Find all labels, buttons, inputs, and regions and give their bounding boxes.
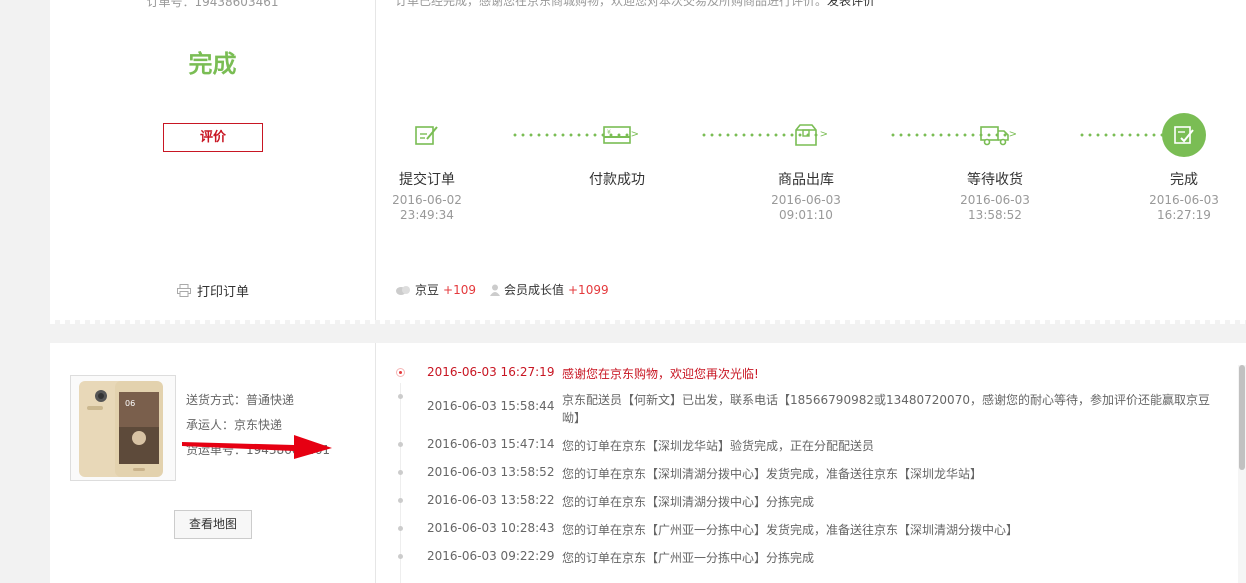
tracking-time: 2016-06-03 13:58:52 [427, 465, 555, 479]
tracking-scrollbar[interactable] [1238, 365, 1246, 583]
tracking-time: 2016-06-03 09:22:29 [427, 549, 555, 563]
order-status-title: 完成 [188, 50, 237, 78]
step-date: 2016-06-03 [771, 193, 841, 207]
tracking-item: 2016-06-03 15:47:14 您的订单在京东【深圳龙华站】验货完成，正… [395, 437, 1225, 465]
step-submit-order: 提交订单 2016-06-02 23:49:34 [377, 113, 477, 223]
timeline-dot [398, 394, 403, 399]
jingdou-value: +109 [443, 282, 476, 297]
growth-value: +1099 [568, 282, 609, 297]
tracking-item: 2016-06-03 09:22:29 您的订单在京东【广州亚一分拣中心】分拣完… [395, 549, 1225, 577]
column-divider [375, 343, 376, 583]
growth-label: 会员成长值 [503, 283, 564, 297]
dashed-separator [50, 320, 1246, 324]
svg-text:06: 06 [125, 399, 135, 408]
product-image[interactable]: 06 [70, 375, 176, 481]
step-date: 2016-06-03 [1149, 193, 1219, 207]
edit-order-icon [415, 126, 438, 145]
scrollbar-thumb[interactable] [1239, 365, 1245, 470]
rate-button[interactable]: 评价 [163, 123, 263, 152]
tracking-text: 您的订单在京东【深圳龙华站】验货完成，正在分配配送员 [562, 439, 875, 453]
tracking-text: 您的订单在京东【广州亚一分拣中心】分拣完成 [562, 551, 815, 565]
order-status-card: 订单号：19438603461 完成 评价 打印订单 订单已经完成，感谢您在京东… [50, 0, 1246, 324]
view-map-button[interactable]: 查看地图 [174, 510, 252, 539]
print-order-link[interactable]: 打印订单 [177, 281, 249, 300]
tracking-list: 2016-06-03 16:27:19 感谢您在京东购物，欢迎您再次光临! 20… [395, 365, 1225, 577]
step-name: 等待收货 [967, 172, 1023, 188]
red-arrow-annotation [182, 435, 332, 459]
jingdou-label: 京豆 [415, 283, 440, 297]
jingdou-icon [396, 285, 410, 295]
tracking-text: 京东配送员【何新文】已出发，联系电话【18566790982或134807200… [562, 393, 1210, 425]
step-warehouse-out: 商品出库 2016-06-03 09:01:10 [756, 113, 856, 223]
step-awaiting-delivery: 等待收货 2016-06-03 13:58:52 [945, 113, 1045, 223]
payment-card-icon: ¥ [603, 126, 631, 144]
tracking-text: 感谢您在京东购物，欢迎您再次光临! [562, 367, 759, 381]
timeline-dot [398, 470, 403, 475]
user-icon [489, 284, 500, 296]
tracking-time: 2016-06-03 13:58:22 [427, 493, 555, 507]
timeline-dot [398, 526, 403, 531]
svg-text:¥: ¥ [607, 129, 611, 136]
step-name: 提交订单 [399, 172, 455, 188]
step-payment: ¥ 付款成功 [567, 113, 667, 193]
tracking-item: 2016-06-03 16:27:19 感谢您在京东购物，欢迎您再次光临! [395, 365, 1225, 389]
step-date: 2016-06-03 [960, 193, 1030, 207]
tracking-time: 2016-06-03 15:58:44 [427, 399, 555, 413]
tracking-time: 2016-06-03 15:47:14 [427, 437, 555, 451]
tracking-text: 您的订单在京东【广州亚一分拣中心】发货完成，准备送往京东【深圳清湖分拨中心】 [562, 523, 1019, 537]
tracking-text: 您的订单在京东【深圳清湖分拨中心】分拣完成 [562, 495, 815, 509]
tracking-text: 您的订单在京东【深圳清湖分拨中心】发货完成，准备送往京东【深圳龙华站】 [562, 467, 983, 481]
timeline-dot [398, 442, 403, 447]
shipping-method: 送货方式：普通快递 [186, 393, 295, 407]
post-review-link[interactable]: 发表评价 [827, 0, 875, 8]
tracking-item: 2016-06-03 13:58:52 您的订单在京东【深圳清湖分拨中心】发货完… [395, 465, 1225, 493]
truck-icon [980, 126, 1009, 146]
timeline-dot [398, 554, 403, 559]
tracking-item: 2016-06-03 15:58:44 京东配送员【何新文】已出发，联系电话【1… [395, 389, 1225, 437]
step-time: 16:27:19 [1157, 208, 1211, 222]
tracking-item: 2016-06-03 13:58:22 您的订单在京东【深圳清湖分拨中心】分拣完… [395, 493, 1225, 521]
step-time: 23:49:34 [400, 208, 454, 222]
printer-icon [177, 284, 191, 297]
package-icon [795, 124, 817, 146]
step-time: 13:58:52 [968, 208, 1022, 222]
step-name: 商品出库 [778, 172, 834, 188]
step-name: 完成 [1170, 172, 1198, 188]
order-progress: 提交订单 2016-06-02 23:49:34 > ¥ 付款成功 > 商品出库… [375, 113, 1246, 233]
tracking-time: 2016-06-03 16:27:19 [427, 365, 555, 379]
step-time: 09:01:10 [779, 208, 833, 222]
complete-icon [1162, 113, 1206, 157]
step-name: 付款成功 [589, 172, 645, 188]
tracking-item: 2016-06-03 10:28:43 您的订单在京东【广州亚一分拣中心】发货完… [395, 521, 1225, 549]
shipping-card: 06 送货方式：普通快递 承运人：京东快递 货运单号：19438603461 查… [50, 343, 1246, 583]
thank-message: 订单已经完成，感谢您在京东商城购物，欢迎您对本次交易及所购商品进行评价。发表评价 [395, 0, 875, 9]
phone-image: 06 [79, 381, 163, 477]
step-complete: 完成 2016-06-03 16:27:19 [1134, 113, 1234, 223]
step-date: 2016-06-02 [392, 193, 462, 207]
tracking-time: 2016-06-03 10:28:43 [427, 521, 555, 535]
order-number: 订单号：19438603461 [146, 0, 279, 9]
rewards-row: 京豆 +109 会员成长值 +1099 [395, 281, 619, 298]
thank-message-text: 订单已经完成，感谢您在京东商城购物，欢迎您对本次交易及所购商品进行评价。 [395, 0, 828, 8]
timeline-dot-active [396, 368, 405, 377]
timeline-dot [398, 498, 403, 503]
print-order-label: 打印订单 [197, 285, 250, 300]
